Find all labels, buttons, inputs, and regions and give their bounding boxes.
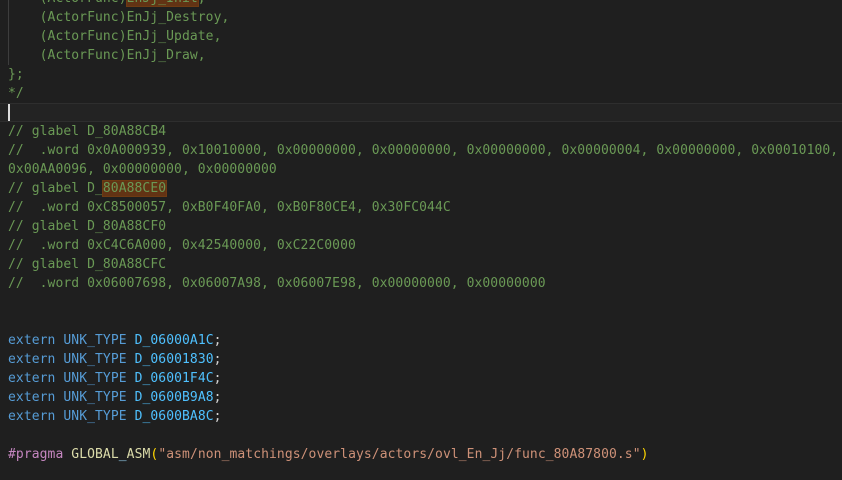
code-token: extern (8, 371, 55, 386)
cursor-line[interactable] (0, 103, 842, 122)
comment-word-data-2[interactable]: // .word 0xC8500057, 0xB0F40FA0, 0xB0F80… (0, 198, 842, 217)
comment-actorfunc-draw[interactable]: (ActorFunc)EnJj_Draw, (0, 46, 842, 65)
code-token: UNK_TYPE (63, 371, 126, 386)
code-token: D_06000A1C (135, 333, 214, 348)
code-token: // .word 0x0A000939, 0x10010000, 0x00000… (8, 143, 838, 158)
pragma-global-asm[interactable]: #pragma GLOBAL_ASM("asm/non_matchings/ov… (0, 445, 842, 464)
empty-line[interactable] (0, 312, 842, 331)
code-token: */ (8, 86, 24, 101)
code-token: _ (119, 447, 127, 462)
code-token: (ActorFunc) (8, 0, 127, 6)
extern-D_0600B9A8[interactable]: extern UNK_TYPE D_0600B9A8; (0, 388, 842, 407)
comment-actorfunc-init[interactable]: (ActorFunc)EnJj_Init, (0, 0, 842, 8)
comment-block-end[interactable]: */ (0, 84, 842, 103)
code-token: (ActorFunc)EnJj_Update, (8, 29, 221, 44)
code-token: // glabel D_ (8, 181, 103, 196)
code-token: // glabel D_80A88CB4 (8, 124, 166, 139)
code-token: extern (8, 333, 55, 348)
comment-glabel-D_80A88CB4[interactable]: // glabel D_80A88CB4 (0, 122, 842, 141)
code-token: #pragma (8, 447, 63, 462)
code-editor[interactable]: (ActorFunc)EnJj_Init, (ActorFunc)EnJj_De… (0, 0, 842, 480)
code-token: // .word 0xC4C6A000, 0x42540000, 0xC22C0… (8, 238, 356, 253)
comment-close-brace[interactable]: }; (0, 65, 842, 84)
code-token: // glabel D_80A88CF0 (8, 219, 166, 234)
code-token: }; (8, 67, 24, 82)
comment-glabel-D_80A88CFC[interactable]: // glabel D_80A88CFC (0, 255, 842, 274)
code-token: ) (641, 447, 649, 462)
comment-word-data-1-wrap[interactable]: 0x00AA0096, 0x00000000, 0x00000000 (0, 160, 842, 179)
code-token: // .word 0xC8500057, 0xB0F40FA0, 0xB0F80… (8, 200, 451, 215)
extern-D_06000A1C[interactable]: extern UNK_TYPE D_06000A1C; (0, 331, 842, 350)
code-token (127, 390, 135, 405)
empty-line[interactable] (0, 464, 842, 480)
code-token: D_0600B9A8 (135, 390, 214, 405)
extern-D_06001830[interactable]: extern UNK_TYPE D_06001830; (0, 350, 842, 369)
code-token: ; (214, 333, 222, 348)
code-token (127, 371, 135, 386)
comment-actorfunc-update[interactable]: (ActorFunc)EnJj_Update, (0, 27, 842, 46)
comment-actorfunc-destroy[interactable]: (ActorFunc)EnJj_Destroy, (0, 8, 842, 27)
code-token (127, 409, 135, 424)
search-match-highlight: EnJj_Init (127, 0, 198, 6)
code-token: ; (214, 390, 222, 405)
code-lines: (ActorFunc)EnJj_Init, (ActorFunc)EnJj_De… (0, 0, 842, 480)
code-token (127, 352, 135, 367)
code-token: // .word 0x06007698, 0x06007A98, 0x06007… (8, 276, 546, 291)
code-token: D_06001830 (135, 352, 214, 367)
comment-word-data-3[interactable]: // .word 0xC4C6A000, 0x42540000, 0xC22C0… (0, 236, 842, 255)
code-token: , (198, 0, 206, 6)
code-token: D_06001F4C (135, 371, 214, 386)
code-token: ; (214, 371, 222, 386)
code-token: ; (214, 409, 222, 424)
code-token (127, 333, 135, 348)
code-token: 0x00AA0096, 0x00000000, 0x00000000 (8, 162, 277, 177)
code-token: UNK_TYPE (63, 352, 126, 367)
comment-word-data-1[interactable]: // .word 0x0A000939, 0x10010000, 0x00000… (0, 141, 842, 160)
code-token: extern (8, 409, 55, 424)
empty-line[interactable] (0, 426, 842, 445)
code-token: (ActorFunc)EnJj_Draw, (8, 48, 206, 63)
code-token: UNK_TYPE (63, 333, 126, 348)
code-token: extern (8, 352, 55, 367)
search-match-highlight: 80A88CE0 (103, 181, 166, 196)
code-token: GLOBAL (71, 447, 118, 462)
text-cursor (8, 104, 10, 121)
comment-glabel-D_80A88CF0[interactable]: // glabel D_80A88CF0 (0, 217, 842, 236)
code-token: "asm/non_matchings/overlays/actors/ovl_E… (158, 447, 640, 462)
code-token: ; (214, 352, 222, 367)
extern-D_06001F4C[interactable]: extern UNK_TYPE D_06001F4C; (0, 369, 842, 388)
code-token: ASM (127, 447, 151, 462)
code-token: // glabel D_80A88CFC (8, 257, 166, 272)
comment-glabel-D_80A88CE0[interactable]: // glabel D_80A88CE0 (0, 179, 842, 198)
extern-D_0600BA8C[interactable]: extern UNK_TYPE D_0600BA8C; (0, 407, 842, 426)
code-token: UNK_TYPE (63, 409, 126, 424)
comment-word-data-4[interactable]: // .word 0x06007698, 0x06007A98, 0x06007… (0, 274, 842, 293)
code-token: (ActorFunc)EnJj_Destroy, (8, 10, 229, 25)
code-token: UNK_TYPE (63, 390, 126, 405)
empty-line[interactable] (0, 293, 842, 312)
code-token: D_0600BA8C (135, 409, 214, 424)
code-token: extern (8, 390, 55, 405)
